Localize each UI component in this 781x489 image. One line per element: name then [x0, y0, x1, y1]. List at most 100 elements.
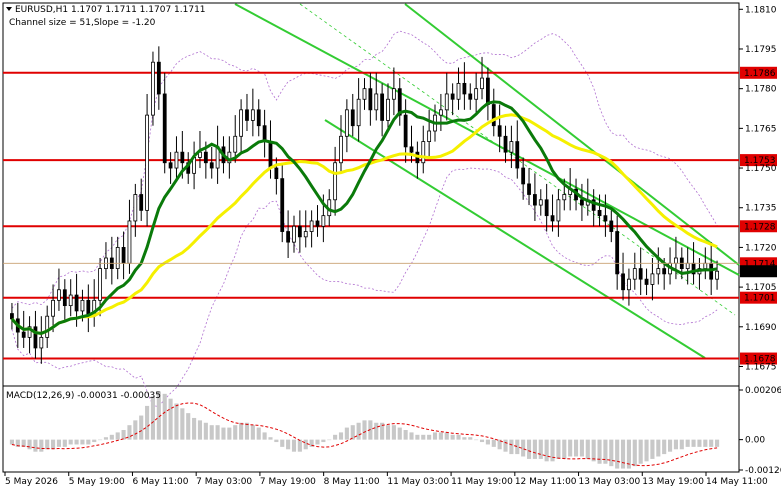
macd-histogram-bar [579, 439, 584, 457]
candle-body [544, 199, 549, 217]
candle-body [45, 315, 50, 338]
macd-histogram-bar [145, 405, 150, 440]
channel-upper-line [234, 3, 740, 276]
macd-histogram-bar [268, 437, 273, 440]
candle-body [309, 220, 314, 232]
candle-body [580, 199, 584, 206]
price-axis: 1.1810 1.1795 1.1780 1.1765 1.1750 1.1735 1.17… [739, 5, 777, 372]
candle-body [503, 135, 508, 153]
candle-body [339, 135, 343, 164]
time-tick-label: 14 May 11:00 [706, 477, 768, 487]
macd-histogram-bar [203, 422, 208, 440]
level-price-label: 1.1701 [744, 294, 776, 304]
macd-histogram-bar [509, 439, 514, 455]
macd-histogram-bar [397, 427, 402, 440]
macd-histogram-bar [162, 393, 167, 440]
candle-body [450, 93, 455, 100]
chart-header: EURUSD,H1 1.1707 1.1711 1.1707 1.1711 Ch… [6, 5, 206, 28]
candle-body [233, 135, 238, 153]
time-tick-label: 13 May 19:00 [642, 477, 704, 487]
macd-histogram-bar [333, 434, 338, 440]
macd-histogram-bar [338, 432, 344, 440]
candle-body [274, 167, 279, 180]
macd-label: MACD(12,26,9) -0.00031 -0.00035 [6, 391, 161, 401]
macd-histogram-bar [274, 439, 279, 443]
macd-histogram-bar [703, 439, 708, 447]
candle-body [133, 194, 138, 222]
macd-histogram-bar [186, 413, 191, 440]
time-axis: 5 May 2026 5 May 19:00 6 May 11:00 7 May 03… [4, 472, 768, 487]
macd-histogram-bar [168, 398, 173, 440]
macd-histogram-bar [468, 437, 473, 440]
candle-body [68, 294, 73, 307]
price-tick-label: 1.1795 [745, 45, 777, 55]
time-tick-label: 11 May 03:00 [387, 477, 449, 487]
macd-histogram-bar [362, 420, 367, 440]
candle-body [521, 167, 526, 185]
candle-body [627, 278, 631, 291]
candle-body [403, 114, 408, 148]
candle-body [127, 220, 132, 264]
candle-body [615, 231, 620, 275]
candle-body [562, 194, 567, 201]
candle-body [650, 273, 655, 285]
macd-histogram-bar [92, 439, 97, 443]
macd-histogram-bar [233, 425, 238, 440]
level-price-label: 1.1728 [744, 222, 776, 232]
macd-histogram-bar [197, 420, 203, 440]
candle-body [491, 104, 496, 127]
macd-histogram-bar [98, 439, 103, 441]
price-tick-label: 1.1735 [745, 204, 777, 214]
macd-histogram-bar [262, 432, 267, 440]
macd-histogram-bar [303, 439, 308, 450]
macd-histogram-bar [415, 434, 420, 440]
candle-body [21, 331, 26, 338]
macd-histogram-bar [568, 439, 573, 457]
candle-body [485, 77, 490, 105]
candle-body [715, 270, 719, 280]
macd-histogram-bar [27, 439, 32, 450]
macd-histogram-bar [45, 439, 50, 450]
macd-histogram-bar [591, 439, 596, 462]
candle-body [391, 88, 396, 100]
time-tick-label: 11 May 19:00 [451, 477, 513, 487]
macd-histogram-bar [550, 439, 555, 462]
candle-body [480, 77, 484, 90]
macd-tick-label: 0.00 [745, 436, 765, 446]
macd-histogram-bar [150, 396, 156, 440]
candle-body [462, 82, 467, 95]
candle-body [374, 93, 379, 111]
candle-body [538, 199, 543, 206]
macd-histogram-bar [356, 422, 361, 440]
candle-body [145, 114, 149, 211]
macd-histogram-bar [526, 439, 532, 459]
macd-histogram-bar [679, 439, 684, 450]
macd-histogram-bar [350, 425, 355, 440]
macd-histogram-bar [250, 425, 255, 440]
macd-histogram-bar [538, 439, 543, 459]
candle-body [527, 183, 531, 195]
candle-body [321, 215, 326, 227]
candle-body [203, 151, 208, 164]
macd-histogram-bar [432, 432, 438, 440]
dropdown-triangle-icon[interactable] [6, 7, 12, 11]
macd-histogram-bar [450, 434, 455, 440]
candle-body [556, 199, 561, 222]
candle-body [39, 336, 44, 349]
macd-histogram-bar [544, 439, 549, 462]
macd-histogram-bar [456, 434, 461, 440]
time-tick-label: 5 May 2026 [5, 477, 58, 487]
macd-histogram-bar [33, 439, 38, 452]
macd-histogram-bar [385, 425, 391, 440]
macd-histogram-bar [403, 430, 408, 440]
macd-histogram-bar [615, 439, 620, 469]
macd-histogram-bar [715, 439, 720, 447]
candle-body [380, 93, 385, 121]
candle-body [497, 125, 502, 137]
candle-body [74, 294, 79, 312]
macd-histogram-bar [215, 425, 220, 440]
level-price-label: 1.1786 [744, 69, 776, 79]
macd-histogram-bar [321, 439, 326, 443]
candle-body [632, 268, 637, 280]
candle-body [597, 209, 602, 217]
